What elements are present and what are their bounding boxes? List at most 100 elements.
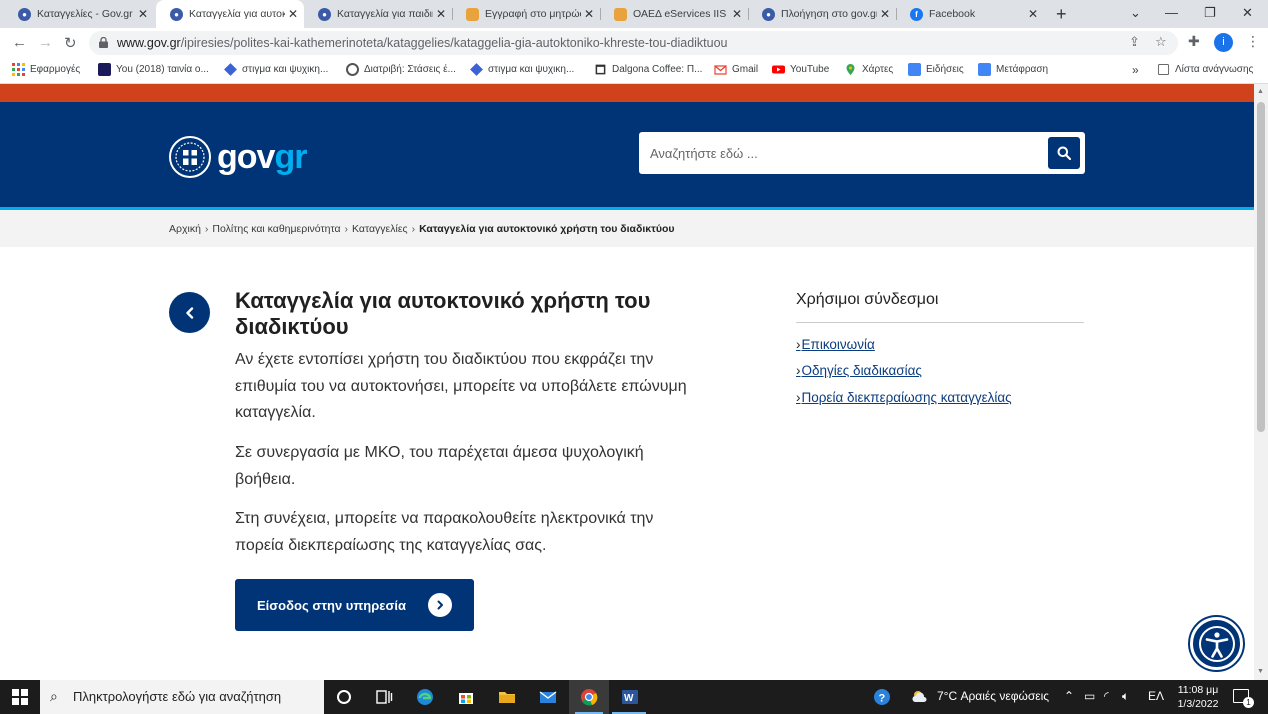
chevron-right-icon: › (204, 223, 209, 235)
accessibility-button[interactable] (1190, 617, 1243, 670)
tab-label: Εγγραφή στο μητρώο (485, 8, 581, 20)
tab-search-chevron-icon[interactable]: ⌄ (1130, 5, 1141, 21)
cortana-icon[interactable] (334, 687, 354, 707)
tab-5[interactable]: ● Πλοήγηση στο gov.gr ✕ (748, 0, 896, 28)
edge-icon[interactable] (415, 687, 435, 707)
bookmark-youtube[interactable]: YouTube (772, 63, 829, 76)
useful-link-progress[interactable]: ›Πορεία διεκπεραίωσης καταγγελίας (796, 390, 1012, 405)
bookmark-you-2018[interactable]: You (2018) ταινία ο... (98, 63, 209, 76)
reload-icon[interactable]: ↻ (64, 34, 77, 52)
tracking-paragraph: Στη συνέχεια, μπορείτε να παρακολουθείτε… (235, 510, 654, 554)
scroll-up-icon[interactable]: ▲ (1257, 88, 1264, 95)
task-view-icon[interactable] (374, 687, 394, 707)
breadcrumb-home[interactable]: Αρχική (169, 223, 201, 235)
file-explorer-icon[interactable] (497, 687, 517, 707)
clock[interactable]: 11:08 μμ 1/3/2022 (1170, 683, 1226, 711)
top-notice-bar (0, 84, 1254, 102)
tab-strip: ● Καταγγελίες - Gov.gr ✕ ● Καταγγελία γι… (0, 0, 1268, 28)
govgr-logo[interactable]: govgr (169, 136, 307, 178)
tab-6[interactable]: f Facebook ✕ (896, 0, 1044, 28)
mail-icon[interactable] (538, 687, 558, 707)
close-icon[interactable]: ✕ (732, 7, 742, 21)
chevron-right-icon: › (796, 390, 801, 405)
useful-link-instructions[interactable]: ›Οδηγίες διαδικασίας (796, 363, 922, 378)
chevron-right-circle-icon (428, 593, 452, 617)
scrollbar-thumb[interactable] (1257, 102, 1265, 432)
bookmark-label: Gmail (732, 64, 759, 75)
tab-4[interactable]: ΟΑΕΔ eServices IIS ✕ (600, 0, 748, 28)
lock-icon (99, 37, 108, 48)
bookmark-label: YouTube (790, 64, 830, 75)
more-bookmarks-button[interactable]: » (1132, 63, 1139, 77)
bookmark-apps[interactable]: Εφαρμογές (12, 63, 80, 76)
back-button[interactable] (169, 292, 210, 333)
search-input[interactable] (639, 132, 1039, 174)
search-icon: ⌕ (50, 688, 58, 704)
back-arrow-icon[interactable]: ← (12, 34, 27, 51)
divider (796, 322, 1084, 323)
reading-list-button[interactable]: Λίστα ανάγνωσης (1157, 63, 1253, 76)
useful-links-title: Χρήσιμοι σύνδεσμοι (796, 291, 939, 308)
forward-arrow-icon[interactable]: → (38, 34, 53, 51)
restore-icon[interactable]: ❐ (1204, 5, 1216, 21)
breadcrumb-complaints[interactable]: Καταγγελίες (352, 223, 408, 235)
web-page: govgr Αρχική › Πολίτης και καθημερινότητ… (0, 84, 1254, 680)
weather-text[interactable]: 7°C Αραιές νεφώσεις (937, 689, 1049, 703)
close-icon[interactable]: ✕ (138, 7, 148, 21)
battery-icon[interactable]: ▭ (1084, 689, 1095, 703)
bookmark-maps[interactable]: Χάρτες (844, 63, 893, 76)
useful-link-contact[interactable]: ›Επικοινωνία (796, 337, 875, 352)
bookmark-translate[interactable]: Μετάφραση (978, 63, 1048, 76)
window-close-icon[interactable]: ✕ (1242, 5, 1253, 21)
star-icon[interactable]: ☆ (1155, 34, 1167, 50)
tab-1[interactable]: ● Καταγγελία για αυτοκτονικό ✕ (156, 0, 304, 28)
taskbar-search-box[interactable]: ⌕ Πληκτρολογήστε εδώ για αναζήτηση (40, 680, 324, 714)
language-indicator[interactable]: ΕΛ (1148, 689, 1164, 703)
new-tab-plus-icon[interactable]: + (1056, 4, 1067, 25)
search-icon (1057, 146, 1071, 160)
page-scrollbar[interactable]: ▲ ▼ (1254, 84, 1268, 680)
url-text[interactable]: www.gov.gr/ipiresies/polites-kai-katheme… (117, 36, 728, 50)
menu-kebab-icon[interactable]: ⋮ (1246, 33, 1260, 50)
minimize-icon[interactable]: — (1165, 5, 1178, 20)
notification-icon[interactable]: 1 (1233, 689, 1254, 708)
windows-start-icon[interactable] (12, 689, 28, 705)
service-login-button[interactable]: Είσοδος στην υπηρεσία (235, 579, 474, 631)
help-icon[interactable]: ? (872, 687, 892, 707)
bookmark-stigma-1[interactable]: στιγμα και ψυχικη... (224, 63, 328, 76)
close-icon[interactable]: ✕ (880, 7, 890, 21)
close-icon[interactable]: ✕ (436, 7, 446, 21)
close-icon[interactable]: ✕ (584, 7, 594, 21)
diamond-icon (470, 63, 483, 76)
tab-0[interactable]: ● Καταγγελίες - Gov.gr ✕ (4, 0, 154, 28)
tab-2[interactable]: ● Καταγγελία για παιδική ✕ (304, 0, 452, 28)
bookmark-label: στιγμα και ψυχικη... (242, 64, 329, 75)
close-icon[interactable]: ✕ (288, 7, 298, 21)
bookmark-gmail[interactable]: Gmail (714, 63, 758, 76)
oaed-icon (614, 7, 627, 21)
bookmark-news[interactable]: Ειδήσεις (908, 63, 964, 76)
taskbar-search-text: Πληκτρολογήστε εδώ για αναζήτηση (73, 689, 282, 704)
word-icon[interactable]: W (620, 687, 640, 707)
breadcrumb-citizen[interactable]: Πολίτης και καθημερινότητα (212, 223, 340, 235)
profile-avatar[interactable]: i (1214, 33, 1233, 52)
wifi-icon[interactable]: ◜ (1104, 689, 1109, 703)
tab-3[interactable]: Εγγραφή στο μητρώο ✕ (452, 0, 600, 28)
chevron-right-icon: › (796, 337, 801, 352)
omnibox[interactable]: www.gov.gr/ipiresies/polites-kai-katheme… (89, 31, 1178, 55)
extensions-puzzle-icon[interactable]: ✚ (1188, 33, 1200, 50)
bookmark-stigma-2[interactable]: στιγμα και ψυχικη... (470, 63, 574, 76)
share-icon[interactable]: ⇪ (1129, 34, 1140, 50)
volume-icon[interactable]: 🔈︎ (1122, 689, 1129, 704)
bookmark-dalgona[interactable]: Dalgona Coffee: Π... (594, 63, 702, 76)
search-button[interactable] (1048, 137, 1080, 169)
bookmark-diatrivi[interactable]: Διατριβή: Στάσεις έ... (346, 63, 456, 76)
scroll-down-icon[interactable]: ▼ (1257, 668, 1264, 675)
chrome-taskbar-button[interactable] (569, 680, 609, 714)
close-icon[interactable]: ✕ (1028, 7, 1038, 21)
weather-cloud-icon[interactable] (910, 687, 930, 707)
service-login-label: Είσοδος στην υπηρεσία (257, 597, 406, 613)
intro-paragraph: Αν έχετε εντοπίσει χρήστη του διαδικτύου… (235, 351, 687, 421)
chevron-up-icon[interactable]: ⌃ (1064, 689, 1074, 703)
store-icon[interactable] (456, 687, 476, 707)
